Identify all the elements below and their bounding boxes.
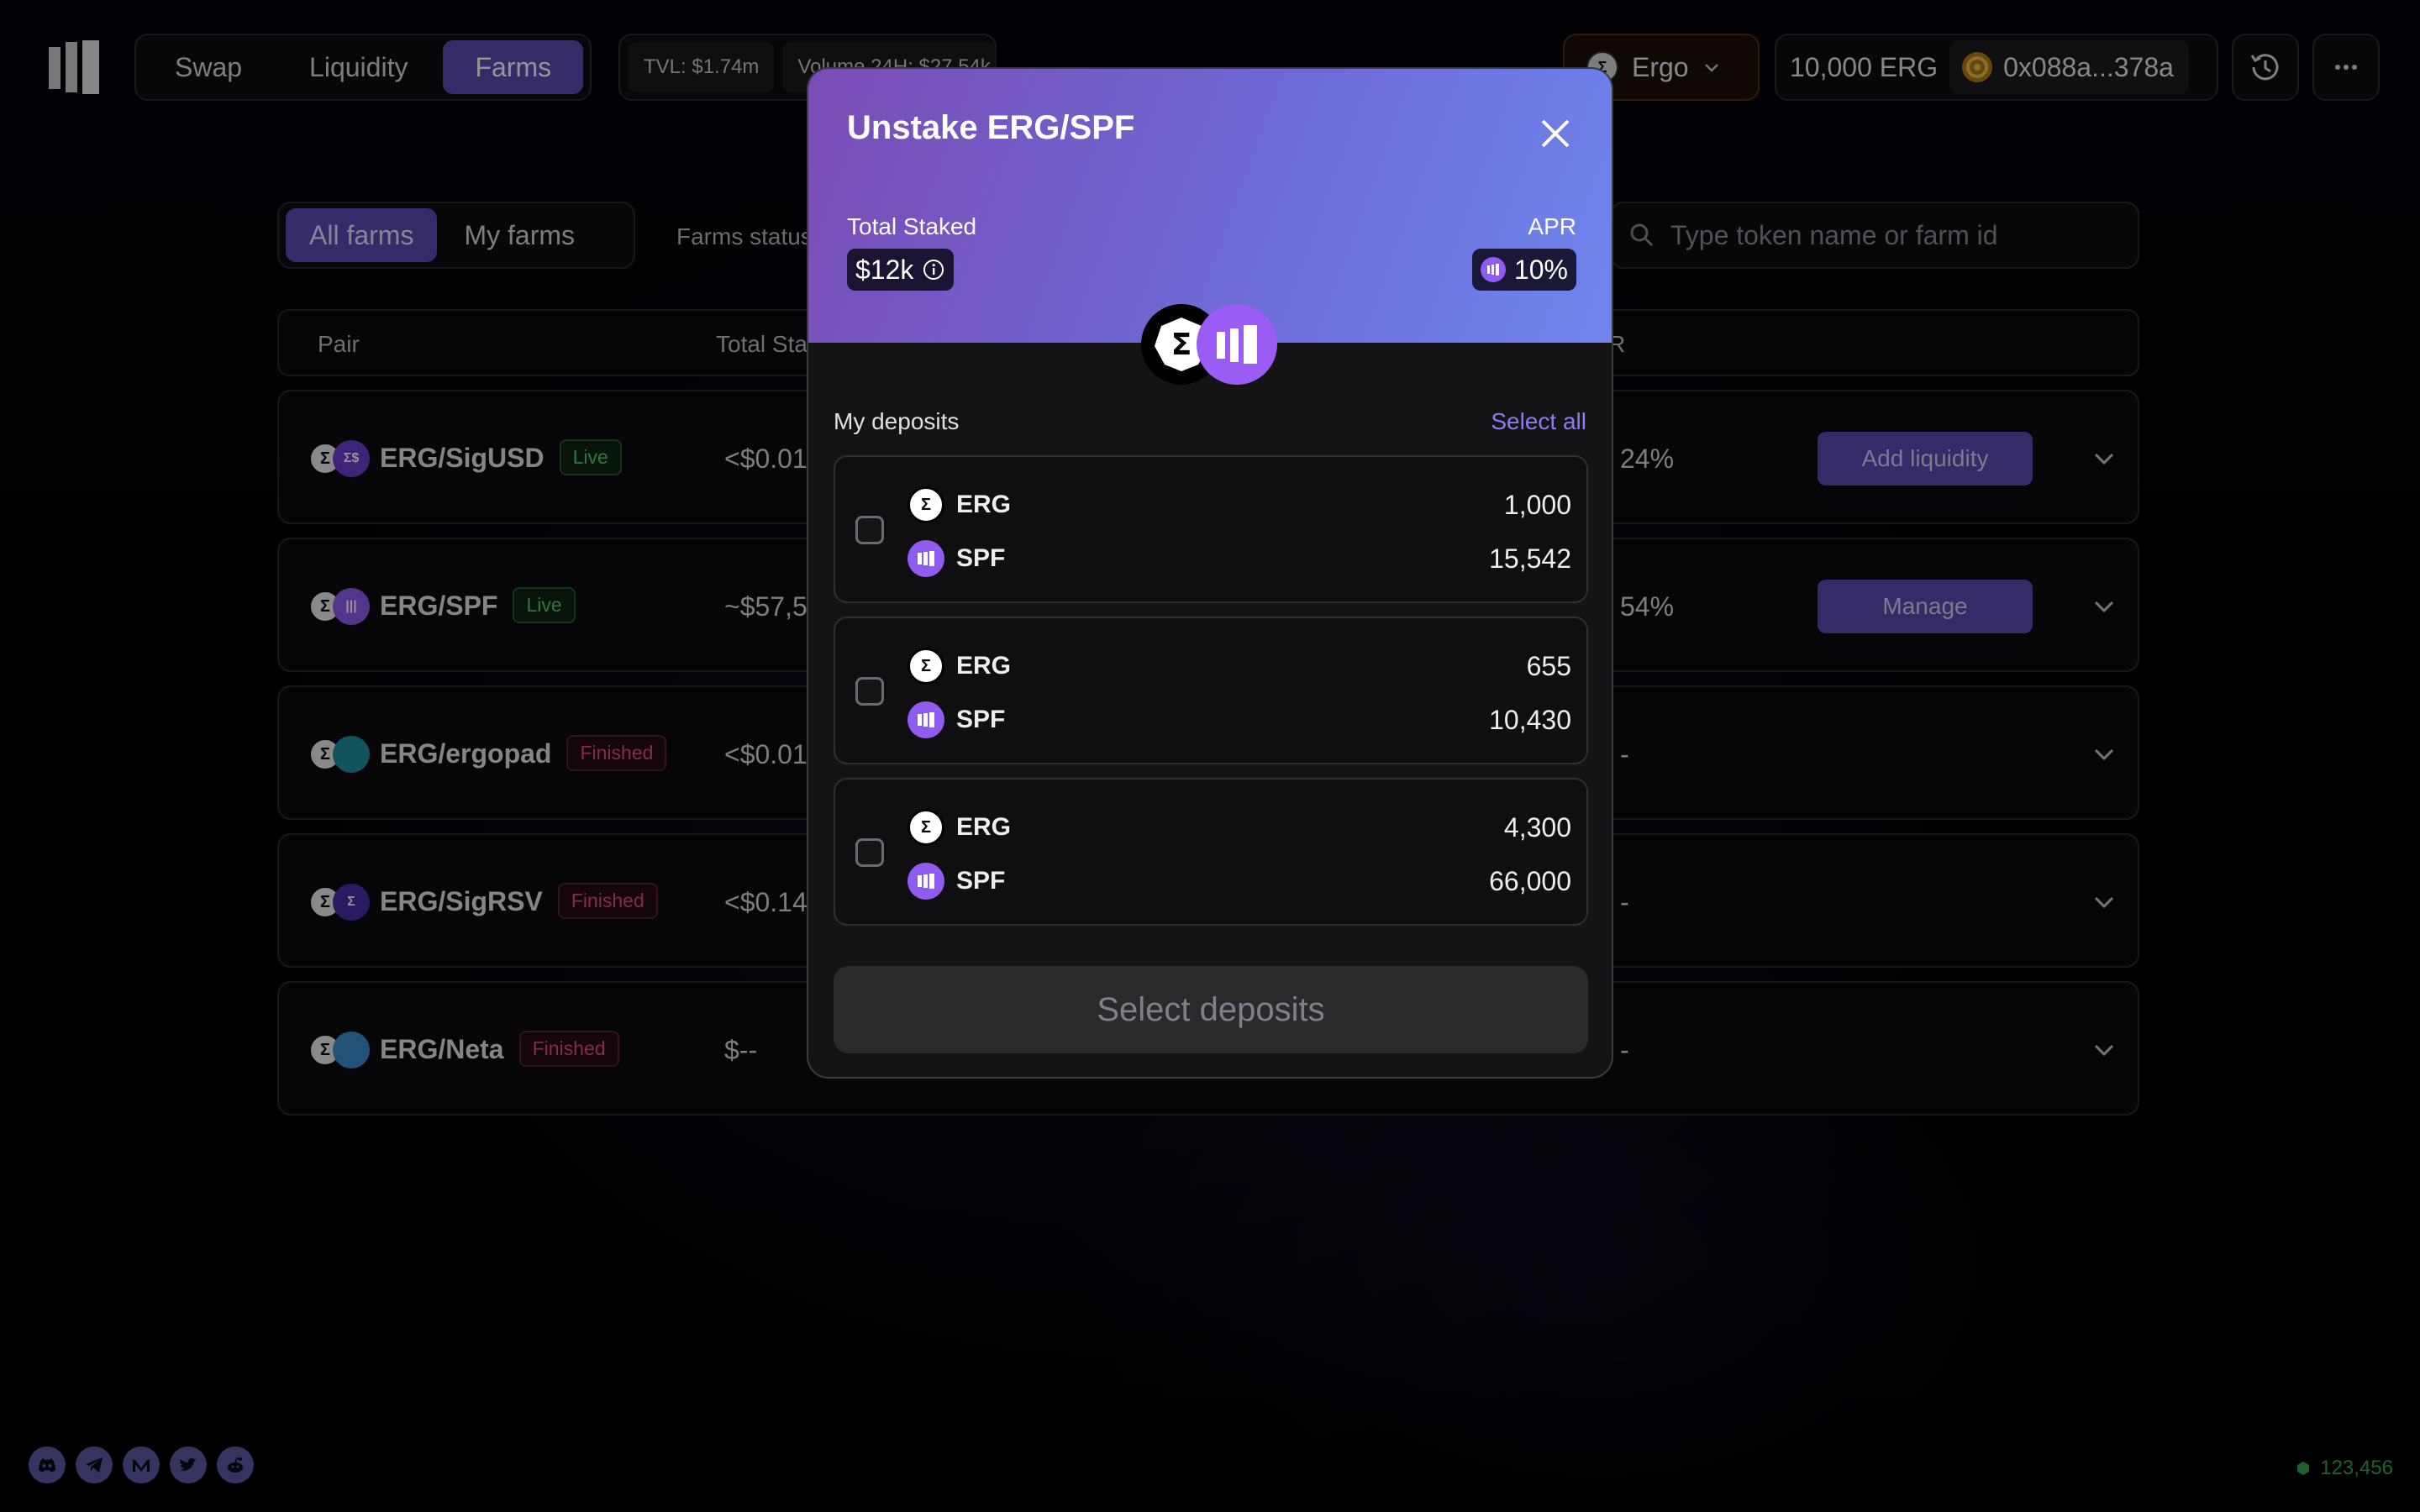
deposit-erg-line: Σ ERG 1,000 bbox=[908, 486, 1571, 524]
total-staked-value: $12k bbox=[847, 249, 955, 291]
apr-value: 10% bbox=[1471, 249, 1576, 291]
pair-icons: Σ bbox=[1141, 301, 1284, 388]
token-name: SPF bbox=[956, 867, 1006, 895]
token-amount: 1,000 bbox=[1503, 489, 1571, 520]
deposit-card[interactable]: Σ ERG 1,000 SPF 15,542 bbox=[834, 455, 1588, 603]
token-amount: 10,430 bbox=[1489, 704, 1571, 735]
token-name: ERG bbox=[956, 491, 1012, 518]
deposit-spf-line: SPF 10,430 bbox=[908, 701, 1571, 739]
token-name: ERG bbox=[956, 652, 1012, 680]
token-name: ERG bbox=[956, 813, 1012, 841]
erg-icon: Σ bbox=[908, 648, 944, 685]
deposit-erg-line: Σ ERG 655 bbox=[908, 647, 1571, 685]
modal-title: Unstake ERG/SPF bbox=[847, 109, 1135, 146]
spf-token-icon bbox=[1197, 304, 1277, 385]
erg-icon: Σ bbox=[908, 486, 944, 523]
token-name: SPF bbox=[956, 706, 1006, 733]
total-staked-amount: $12k bbox=[855, 254, 914, 285]
close-icon[interactable] bbox=[1536, 114, 1575, 153]
erg-icon: Σ bbox=[908, 809, 944, 846]
spf-icon bbox=[908, 701, 944, 738]
deposit-checkbox[interactable] bbox=[855, 516, 884, 544]
token-name: SPF bbox=[956, 544, 1006, 572]
spf-icon bbox=[1480, 257, 1506, 282]
deposit-spf-line: SPF 66,000 bbox=[908, 862, 1571, 900]
token-amount: 655 bbox=[1526, 650, 1571, 681]
spf-icon bbox=[908, 863, 944, 900]
apr-label: APR bbox=[1528, 213, 1576, 239]
deposit-checkbox[interactable] bbox=[855, 677, 884, 706]
deposit-card[interactable]: Σ ERG 655 SPF 10,430 bbox=[834, 617, 1588, 764]
total-staked-label: Total Staked bbox=[847, 213, 977, 239]
select-deposits-button[interactable]: Select deposits bbox=[834, 966, 1588, 1053]
token-amount: 66,000 bbox=[1489, 865, 1571, 896]
info-icon[interactable] bbox=[922, 258, 945, 281]
deposit-erg-line: Σ ERG 4,300 bbox=[908, 808, 1571, 847]
my-deposits-label: My deposits bbox=[834, 408, 960, 434]
select-all-link[interactable]: Select all bbox=[1491, 408, 1586, 435]
unstake-modal: Unstake ERG/SPF Total Staked APR $12k 10… bbox=[807, 67, 1613, 1079]
svg-text:Σ: Σ bbox=[1171, 328, 1192, 362]
spf-icon bbox=[908, 540, 944, 577]
deposit-card[interactable]: Σ ERG 4,300 SPF 66,000 bbox=[834, 778, 1588, 926]
deposit-spf-line: SPF 15,542 bbox=[908, 539, 1571, 578]
token-amount: 15,542 bbox=[1489, 543, 1571, 574]
token-amount: 4,300 bbox=[1503, 811, 1571, 843]
apr-amount: 10% bbox=[1513, 254, 1568, 285]
deposit-checkbox[interactable] bbox=[855, 838, 884, 867]
